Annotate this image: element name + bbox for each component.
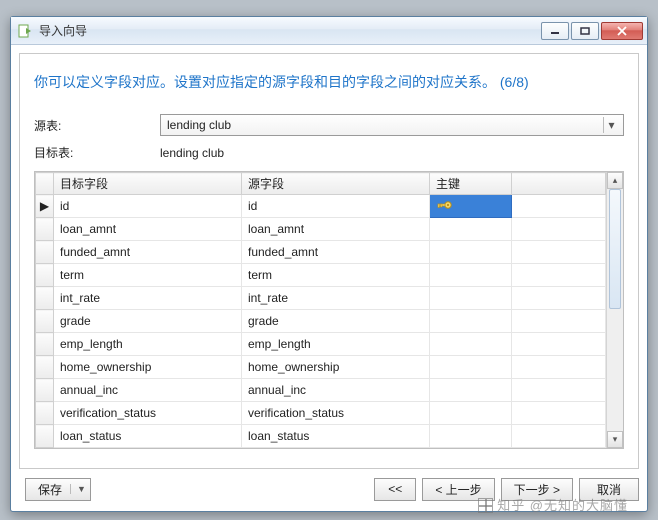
table-row[interactable]: loan_amntloan_amnt	[36, 218, 606, 241]
cell-source-field[interactable]: funded_amnt	[242, 241, 430, 264]
cell-primary-key[interactable]	[430, 287, 512, 310]
row-indicator	[36, 287, 54, 310]
row-indicator	[36, 356, 54, 379]
cell-source-field[interactable]: loan_amnt	[242, 218, 430, 241]
cell-source-field[interactable]: id	[242, 195, 430, 218]
cell-primary-key[interactable]	[430, 241, 512, 264]
row-indicator: ▶	[36, 195, 54, 218]
cell-source-field[interactable]: annual_inc	[242, 379, 430, 402]
cell-target-field[interactable]: annual_inc	[54, 379, 242, 402]
chevron-down-icon: ▾	[603, 117, 619, 133]
cell-source-field[interactable]: term	[242, 264, 430, 287]
cell-primary-key[interactable]	[430, 218, 512, 241]
cell-source-field[interactable]: loan_status	[242, 425, 430, 448]
cell-source-field[interactable]: grade	[242, 310, 430, 333]
scroll-up-icon[interactable]: ▴	[607, 172, 623, 189]
cell-target-field[interactable]: loan_amnt	[54, 218, 242, 241]
titlebar[interactable]: 导入向导	[11, 17, 647, 45]
content-pane: 你可以定义字段对应。设置对应指定的源字段和目的字段之间的对应关系。 (6/8) …	[19, 53, 639, 469]
grid-header-indicator	[36, 173, 54, 195]
chevron-down-icon: ▼	[70, 484, 86, 494]
table-row[interactable]: emp_lengthemp_length	[36, 333, 606, 356]
grid-header-row: 目标字段 源字段 主键	[36, 173, 606, 195]
cell-target-field[interactable]: home_ownership	[54, 356, 242, 379]
cell-target-field[interactable]: loan_status	[54, 425, 242, 448]
row-indicator	[36, 218, 54, 241]
cell-target-field[interactable]: id	[54, 195, 242, 218]
source-table-row: 源表: lending club ▾	[34, 114, 624, 136]
cell-target-field[interactable]: verification_status	[54, 402, 242, 425]
table-row[interactable]: verification_statusverification_status	[36, 402, 606, 425]
cell-source-field[interactable]: emp_length	[242, 333, 430, 356]
cell-target-field[interactable]: emp_length	[54, 333, 242, 356]
minimize-button[interactable]	[541, 22, 569, 40]
key-icon	[436, 198, 454, 212]
cell-primary-key[interactable]	[430, 310, 512, 333]
close-button[interactable]	[601, 22, 643, 40]
maximize-button[interactable]	[571, 22, 599, 40]
wizard-footer: 保存 ▼ << < 上一步 下一步 > 取消	[19, 475, 639, 503]
cell-source-field[interactable]: int_rate	[242, 287, 430, 310]
col-target-field[interactable]: 目标字段	[54, 173, 242, 195]
window-title: 导入向导	[39, 22, 87, 39]
cell-primary-key[interactable]	[430, 264, 512, 287]
import-wizard-window: 导入向导 你可以定义字段对应。设置对应指定的源字段和目的字段之间的对应关系。 (…	[10, 16, 648, 512]
row-indicator	[36, 333, 54, 356]
col-source-field[interactable]: 源字段	[242, 173, 430, 195]
table-row[interactable]: gradegrade	[36, 310, 606, 333]
table-row[interactable]: annual_incannual_inc	[36, 379, 606, 402]
cell-target-field[interactable]: grade	[54, 310, 242, 333]
scroll-down-icon[interactable]: ▾	[607, 431, 623, 448]
target-table-value: lending club	[160, 146, 624, 160]
cell-primary-key[interactable]	[430, 195, 512, 218]
save-button[interactable]: 保存 ▼	[25, 478, 91, 501]
cancel-button[interactable]: 取消	[579, 478, 639, 501]
table-row[interactable]: int_rateint_rate	[36, 287, 606, 310]
cell-target-field[interactable]: funded_amnt	[54, 241, 242, 264]
row-indicator	[36, 402, 54, 425]
cell-primary-key[interactable]	[430, 379, 512, 402]
row-indicator	[36, 241, 54, 264]
source-table-label: 源表:	[34, 117, 160, 134]
field-mapping-grid: 目标字段 源字段 主键 ▶ididloan_amntloan_amntfunde…	[34, 171, 624, 449]
table-row[interactable]: home_ownershiphome_ownership	[36, 356, 606, 379]
table-row[interactable]: termterm	[36, 264, 606, 287]
cell-primary-key[interactable]	[430, 333, 512, 356]
cell-primary-key[interactable]	[430, 356, 512, 379]
row-indicator	[36, 310, 54, 333]
source-table-combo[interactable]: lending club ▾	[160, 114, 624, 136]
table-row[interactable]: funded_amntfunded_amnt	[36, 241, 606, 264]
scroll-thumb[interactable]	[609, 189, 621, 309]
row-indicator	[36, 264, 54, 287]
target-table-row: 目标表: lending club	[34, 144, 624, 161]
source-table-value: lending club	[167, 118, 231, 132]
cell-primary-key[interactable]	[430, 425, 512, 448]
cell-target-field[interactable]: term	[54, 264, 242, 287]
table-row[interactable]: ▶idid	[36, 195, 606, 218]
prev-button[interactable]: < 上一步	[422, 478, 494, 501]
cell-target-field[interactable]: int_rate	[54, 287, 242, 310]
cell-source-field[interactable]: home_ownership	[242, 356, 430, 379]
step-heading: 你可以定义字段对应。设置对应指定的源字段和目的字段之间的对应关系。 (6/8)	[34, 72, 624, 92]
app-icon	[17, 23, 33, 39]
col-primary-key[interactable]: 主键	[430, 173, 512, 195]
next-button[interactable]: 下一步 >	[501, 478, 573, 501]
col-spacer	[512, 173, 606, 195]
grid-scrollbar[interactable]: ▴ ▾	[606, 172, 623, 448]
table-row[interactable]: loan_statusloan_status	[36, 425, 606, 448]
row-indicator	[36, 379, 54, 402]
row-indicator	[36, 425, 54, 448]
target-table-label: 目标表:	[34, 144, 160, 161]
cell-source-field[interactable]: verification_status	[242, 402, 430, 425]
cell-primary-key[interactable]	[430, 402, 512, 425]
first-button[interactable]: <<	[374, 478, 416, 501]
